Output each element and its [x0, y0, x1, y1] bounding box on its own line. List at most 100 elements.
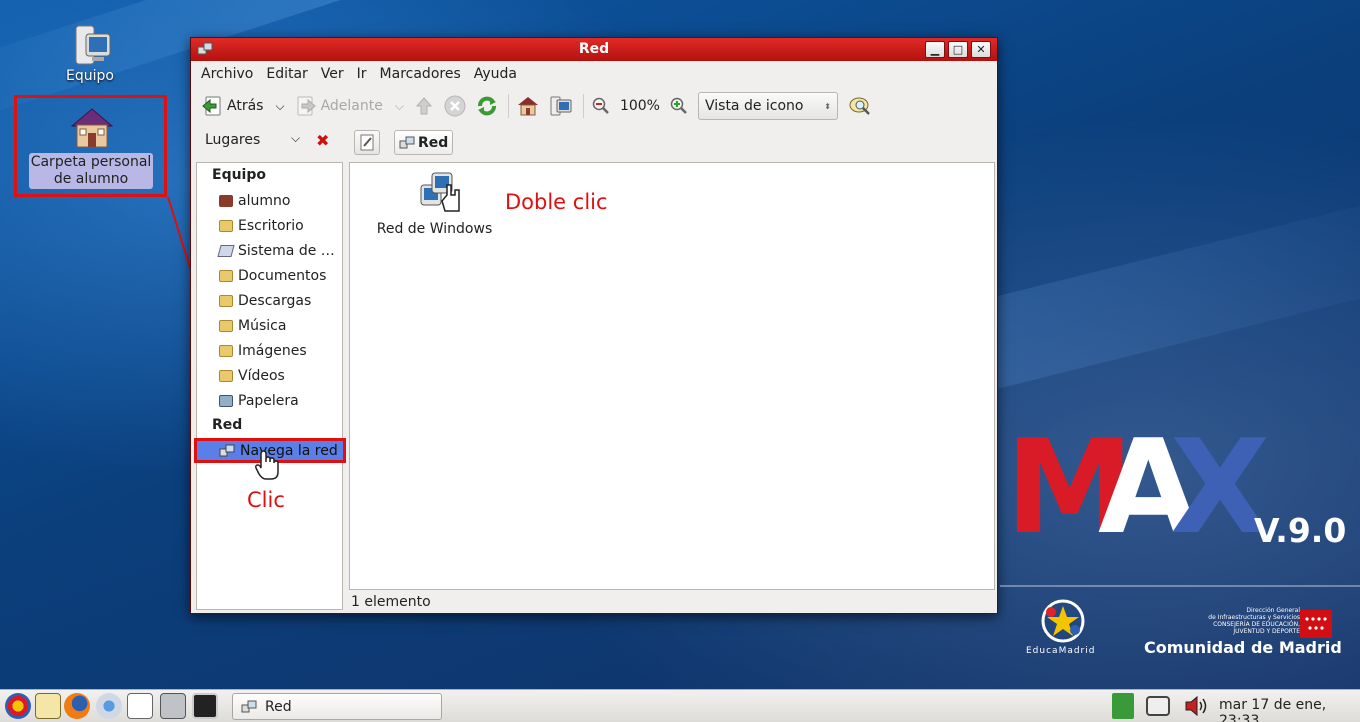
status-bar: 1 elemento	[351, 594, 431, 610]
terminal-launcher-icon[interactable]	[192, 693, 218, 719]
stop-icon	[444, 95, 466, 117]
brand-divider	[1000, 585, 1360, 587]
menu-ver[interactable]: Ver	[321, 66, 344, 82]
home-button[interactable]	[517, 95, 539, 117]
computer-button[interactable]	[549, 95, 573, 117]
chevron-down-icon: ⌵	[291, 131, 301, 145]
updown-icon: ⬍	[824, 101, 831, 111]
network-tray-icon[interactable]	[1146, 696, 1170, 716]
sidebar-item-label: Descargas	[238, 292, 312, 309]
close-button[interactable]: ✕	[971, 41, 991, 58]
sidebar-item-papelera[interactable]: Papelera	[197, 388, 342, 413]
sidebar-item-label: Papelera	[238, 392, 299, 409]
maximize-button[interactable]: □	[948, 41, 968, 58]
menubar: Archivo Editar Ver Ir Marcadores Ayuda	[191, 61, 997, 87]
start-menu-icon[interactable]	[5, 693, 31, 719]
pictures-folder-icon	[219, 344, 233, 357]
file-manager-window[interactable]: Red ▁ □ ✕ Archivo Editar Ver Ir Marcador…	[190, 37, 998, 614]
zoom-in-button[interactable]	[670, 97, 688, 115]
menu-ir[interactable]: Ir	[357, 66, 367, 82]
annotation-double-click: Doble clic	[505, 190, 608, 214]
sidebar-item-label: Escritorio	[238, 217, 304, 234]
search-icon	[849, 97, 870, 115]
breadcrumb-red[interactable]: Red	[394, 130, 454, 155]
back-button[interactable]: Atrás ⌵	[201, 96, 285, 116]
folder-icon	[219, 219, 233, 232]
window-titlebar[interactable]: Red ▁ □ ✕	[191, 38, 997, 61]
menu-marcadores[interactable]: Marcadores	[380, 66, 461, 82]
text-editor-launcher-icon[interactable]	[35, 693, 61, 719]
sidebar-item-descargas[interactable]: Descargas	[197, 288, 342, 313]
folder-icon	[219, 294, 233, 307]
places-label: Lugares	[205, 132, 261, 148]
minimize-button[interactable]: ▁	[925, 41, 945, 58]
sidebar-item-imagenes[interactable]: Imágenes	[197, 338, 342, 363]
back-label: Atrás	[227, 98, 264, 114]
videos-folder-icon	[219, 369, 233, 382]
windows-network-icon	[420, 172, 460, 212]
sidebar-item-videos[interactable]: Vídeos	[197, 363, 342, 388]
desktop-icon-carpeta-personal[interactable]: Carpeta personal de alumno	[14, 95, 167, 197]
reload-button[interactable]	[476, 95, 498, 117]
taskbar-window-button[interactable]: Red	[232, 693, 442, 720]
sidebar-heading-equipo: Equipo	[212, 167, 266, 183]
network-icon	[197, 42, 213, 55]
forward-button[interactable]: Adelante ⌵	[295, 96, 404, 116]
forward-label: Adelante	[320, 98, 383, 114]
search-button[interactable]	[848, 95, 872, 117]
sidebar-item-label: alumno	[238, 192, 291, 209]
drive-icon	[217, 244, 235, 257]
comunidad-subtitle-line: JUVENTUD Y DEPORTE	[1233, 628, 1300, 635]
home-folder-icon	[70, 108, 114, 148]
back-arrow-icon	[202, 96, 221, 116]
view-mode-value: Vista de icono	[704, 98, 804, 114]
sidebar-item-label: Imágenes	[238, 342, 307, 359]
hand-cursor-icon	[255, 450, 279, 480]
chevron-down-icon[interactable]: ⌵	[275, 99, 284, 114]
menu-editar[interactable]: Editar	[266, 66, 307, 82]
comunidad-subtitle-line: de Infraestructuras y Servicios	[1208, 614, 1300, 621]
window-title: Red	[578, 41, 610, 57]
screenshot-launcher-icon[interactable]	[160, 693, 186, 719]
content-pane[interactable]: Red de Windows	[349, 162, 995, 590]
stop-button[interactable]	[444, 95, 466, 117]
pane-splitter[interactable]	[344, 162, 348, 610]
educamadrid-text: EducaMadrid	[1026, 646, 1096, 656]
menu-ayuda[interactable]: Ayuda	[474, 66, 517, 82]
sidebar-item-alumno[interactable]: alumno	[197, 188, 342, 213]
sidebar-item-sistema[interactable]: Sistema de …	[197, 238, 342, 263]
file-item-red-de-windows[interactable]: Red de Windows	[372, 171, 497, 237]
sidebar-item-escritorio[interactable]: Escritorio	[197, 213, 342, 238]
view-mode-select[interactable]: Vista de icono ⬍	[697, 92, 838, 120]
zoom-out-button[interactable]	[592, 97, 610, 115]
comunidad-subtitle: Dirección General de Infraestructuras y …	[1150, 607, 1300, 635]
folder-icon	[219, 269, 233, 282]
desktop-icon-label: Equipo	[66, 68, 114, 84]
firefox-launcher-icon[interactable]	[64, 693, 90, 719]
home-icon	[219, 194, 233, 207]
up-arrow-icon	[415, 97, 433, 115]
toolbar: Atrás ⌵ Adelante ⌵ 100% Vista de icono ⬍	[191, 87, 997, 125]
sidebar-item-documentos[interactable]: Documentos	[197, 263, 342, 288]
places-selector[interactable]: Lugares ⌵	[205, 131, 300, 148]
close-sidebar-icon[interactable]: ✖	[316, 131, 329, 150]
home-icon	[517, 97, 538, 116]
chromium-launcher-icon[interactable]	[96, 693, 122, 719]
up-button[interactable]	[414, 96, 434, 116]
comunidad-subtitle-line: CONSEJERÍA DE EDUCACIÓN,	[1213, 621, 1300, 628]
comunidad-flag	[1300, 610, 1332, 638]
taskbar: Red mar 17 de ene, 23:33	[0, 689, 1360, 722]
sidebar-item-musica[interactable]: Música	[197, 313, 342, 338]
trash-tray-icon[interactable]	[1112, 693, 1134, 719]
sidebar-item-label: Sistema de …	[238, 242, 335, 259]
clock[interactable]: mar 17 de ene, 23:33	[1219, 697, 1360, 722]
menu-archivo[interactable]: Archivo	[201, 66, 253, 82]
forward-arrow-icon	[297, 96, 316, 116]
chevron-down-icon[interactable]: ⌵	[395, 99, 404, 114]
desktop-icon-equipo[interactable]: Equipo	[55, 22, 125, 84]
volume-icon[interactable]	[1184, 694, 1210, 718]
computer-icon	[75, 25, 111, 65]
edit-location-button[interactable]	[354, 130, 380, 155]
zoom-level[interactable]: 100%	[620, 98, 660, 114]
notes-launcher-icon[interactable]	[127, 693, 153, 719]
